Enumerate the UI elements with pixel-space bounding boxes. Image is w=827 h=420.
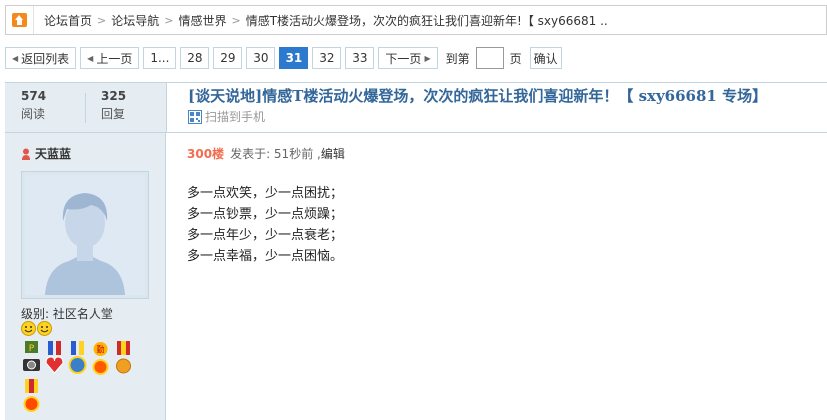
avatar[interactable] — [21, 171, 149, 299]
arrow-left-icon: ◀ — [12, 53, 19, 63]
page-button-32[interactable]: 32 — [312, 47, 342, 69]
smiley-icon — [21, 321, 36, 336]
next-page-label: 下一页 — [385, 51, 422, 66]
thread-stats: 574 阅读 325 回复 — [5, 82, 166, 132]
merit-medal-icon[interactable]: 勤 — [90, 341, 111, 377]
prev-page-label: 上一页 — [96, 51, 133, 66]
breadcrumb-separator: > — [231, 13, 241, 27]
posted-time: 发表于: 51秒前 , — [230, 147, 321, 161]
breadcrumb-separator: > — [164, 13, 174, 27]
page-button-current: 31 — [279, 47, 309, 69]
scan-to-phone-label: 扫描到手机 — [205, 110, 266, 124]
breadcrumb: 论坛首页 > 论坛导航 > 情感世界 > 情感T楼活动火爆登场，次次的疯狂让我们… — [5, 5, 827, 35]
svg-text:P: P — [29, 344, 35, 354]
qr-code-icon — [188, 109, 202, 124]
prev-page-button[interactable]: ◀ 上一页 — [80, 47, 140, 69]
level-icons — [21, 321, 53, 336]
thread-title[interactable]: [谈天说地]情感T楼活动火爆登场，次次的疯狂让我们喜迎新年！【 sxy66681… — [188, 85, 767, 106]
back-to-list-label: 返回列表 — [21, 51, 70, 66]
goto-label: 到第 — [445, 51, 470, 66]
breadcrumb-item-thread[interactable]: 情感T楼活动火爆登场，次次的疯狂让我们喜迎新年!【 sxy66681 .. — [242, 12, 612, 29]
page-button-29[interactable]: 29 — [213, 47, 243, 69]
author-name[interactable]: 天蓝蓝 — [35, 145, 71, 162]
svg-text:勤: 勤 — [97, 344, 105, 354]
author-panel: 天蓝蓝 级别: 社区名人堂 P 勤 — [5, 133, 166, 420]
content-line: 多一点欢笑，少一点困扰； — [187, 186, 344, 201]
page-button-33[interactable]: 33 — [345, 47, 375, 69]
floor-number[interactable]: 300楼 — [187, 145, 224, 162]
pagination: ◀ 返回列表 ◀ 上一页 1... 28 29 30 31 32 33 下一页 … — [5, 46, 566, 70]
sun-medal-icon[interactable] — [113, 341, 134, 377]
user-level: 级别: 社区名人堂 — [21, 307, 113, 321]
thread-header: [谈天说地]情感T楼活动火爆登场，次次的疯狂让我们喜迎新年！【 sxy66681… — [166, 82, 827, 132]
content-line: 多一点钞票，少一点烦躁； — [187, 207, 344, 222]
goto-page-input[interactable] — [475, 47, 504, 69]
home-icon — [12, 13, 27, 27]
breadcrumb-separator: > — [97, 13, 107, 27]
views-label: 阅读 — [21, 107, 46, 121]
female-user-icon — [22, 148, 30, 160]
star-medal-icon[interactable] — [21, 379, 42, 415]
camera-medal-icon[interactable]: P — [21, 341, 42, 377]
confirm-button[interactable]: 确认 — [529, 47, 562, 69]
breadcrumb-item-forum-home[interactable]: 论坛首页 — [34, 12, 96, 29]
arrow-left-icon: ◀ — [87, 53, 94, 63]
views-stat: 574 阅读 — [5, 83, 85, 132]
replies-stat: 325 回复 — [85, 83, 165, 132]
goto-unit-label: 页 — [509, 51, 522, 66]
post-meta: 300楼 发表于: 51秒前 , 编辑 — [187, 145, 345, 162]
post-content: 多一点欢笑，少一点困扰； 多一点钞票，少一点烦躁； 多一点年少，少一点衰老； 多… — [187, 183, 343, 267]
default-avatar-icon — [25, 175, 145, 295]
page-button-30[interactable]: 30 — [246, 47, 276, 69]
arrow-right-icon: ▶ — [424, 53, 431, 63]
author-row: 天蓝蓝 — [21, 145, 71, 162]
stats-divider — [85, 93, 86, 123]
badge-medal-icon[interactable] — [67, 341, 88, 377]
views-count: 574 — [21, 89, 47, 103]
content-line: 多一点幸福，少一点困恼。 — [187, 249, 344, 264]
page-button-28[interactable]: 28 — [180, 47, 210, 69]
next-page-button[interactable]: 下一页 ▶ — [378, 47, 438, 69]
home-button[interactable] — [6, 6, 34, 34]
heart-medal-icon[interactable] — [44, 341, 65, 377]
replies-label: 回复 — [101, 107, 126, 121]
content-line: 多一点年少，少一点衰老； — [187, 228, 344, 243]
scan-to-phone-link[interactable]: 扫描到手机 — [188, 108, 265, 125]
breadcrumb-item-forum-nav[interactable]: 论坛导航 — [107, 12, 163, 29]
back-to-list-button[interactable]: ◀ 返回列表 — [5, 47, 77, 69]
medal-list: P 勤 — [21, 341, 141, 417]
breadcrumb-item-emotion-world[interactable]: 情感世界 — [174, 12, 230, 29]
edit-link[interactable]: 编辑 — [321, 145, 345, 162]
smiley-icon — [37, 321, 52, 336]
first-page-button[interactable]: 1... — [143, 47, 177, 69]
replies-count: 325 — [101, 89, 127, 103]
